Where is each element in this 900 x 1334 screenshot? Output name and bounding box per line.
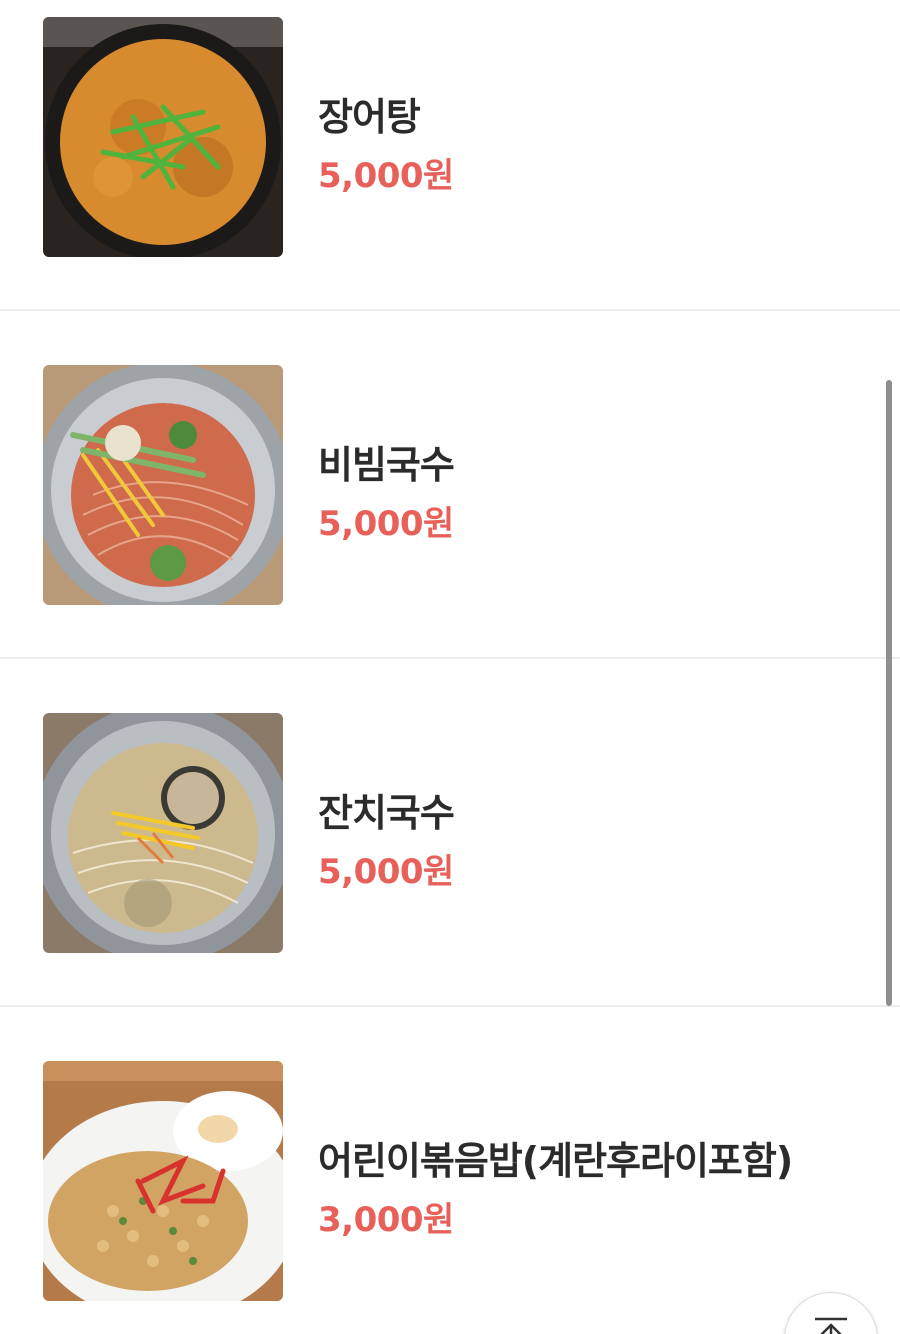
menu-item-price: 5,000원 — [318, 156, 454, 196]
menu-item-name: 장어탕 — [318, 95, 421, 139]
menu-item-name: 어린이볶음밥(계란후라이포함) — [318, 1139, 793, 1183]
menu-item-price: 3,000원 — [318, 1200, 454, 1240]
spicy-noodles-photo — [43, 365, 283, 605]
banquet-noodles-photo — [43, 713, 283, 953]
menu-item-price: 5,000원 — [318, 852, 454, 892]
menu-item-price: 5,000원 — [318, 504, 454, 544]
menu-item-name: 잔치국수 — [318, 791, 455, 835]
divider — [0, 1005, 900, 1007]
menu-item[interactable]: 어린이볶음밥(계란후라이포함) 3,000원 — [0, 1044, 900, 1334]
divider — [0, 657, 900, 659]
menu-item[interactable]: 비빔국수 5,000원 — [0, 348, 900, 694]
divider — [0, 309, 900, 311]
menu-item-name: 비빔국수 — [318, 443, 455, 487]
menu-item[interactable]: 잔치국수 5,000원 — [0, 696, 900, 1042]
arrow-up-to-top-icon — [815, 1317, 847, 1334]
kids-fried-rice-photo — [43, 1061, 283, 1301]
eel-soup-photo — [43, 17, 283, 257]
scrollbar[interactable] — [886, 380, 892, 1006]
menu-list: 장어탕 5,000원 비빔국수 5,000원 잔치국수 5,000원 어린이볶음… — [0, 0, 900, 1334]
menu-item[interactable]: 장어탕 5,000원 — [0, 0, 900, 346]
